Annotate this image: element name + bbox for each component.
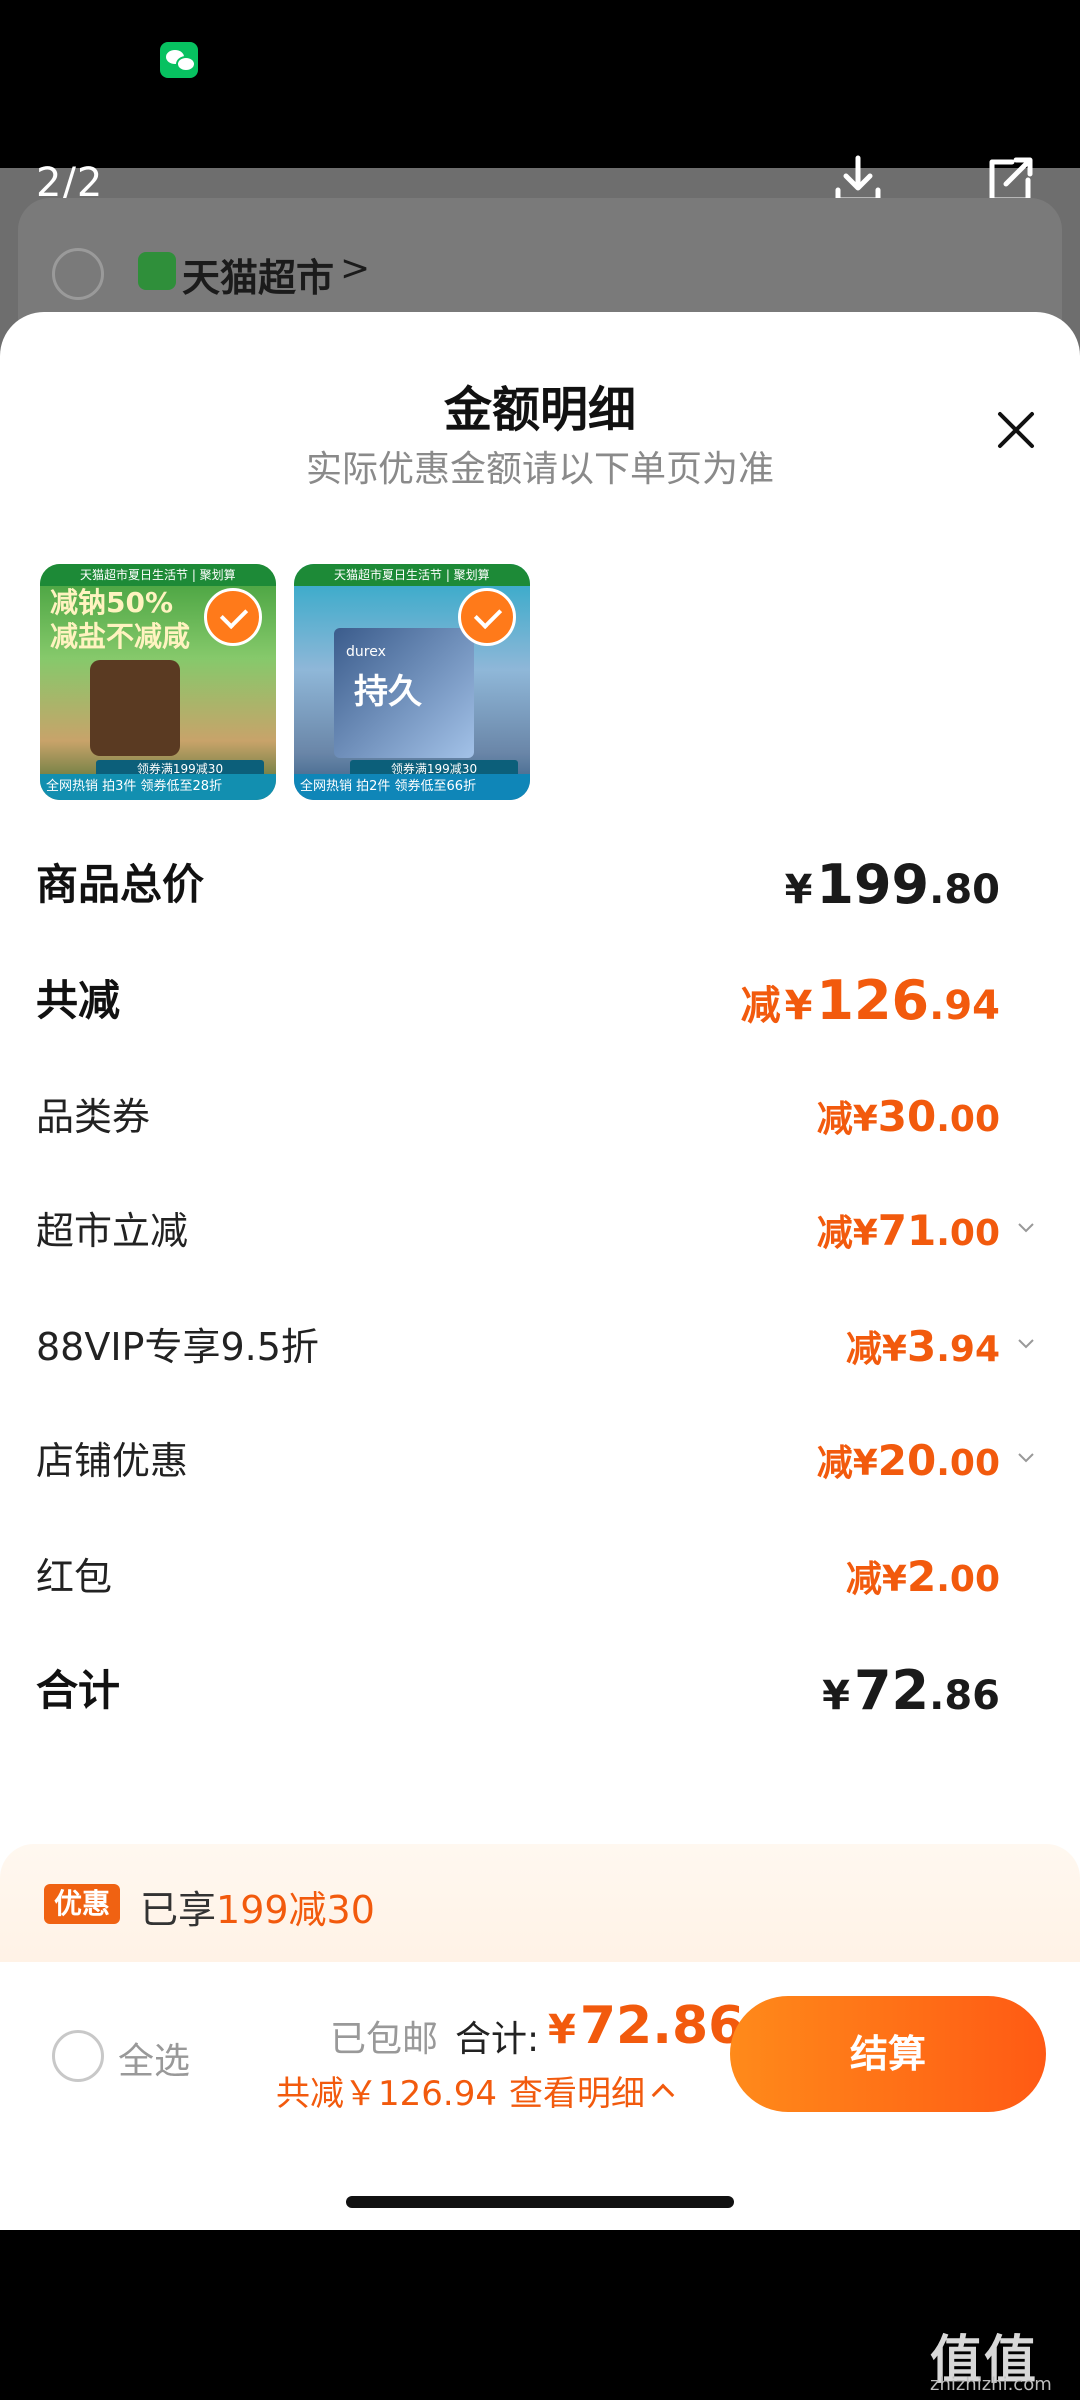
tmall-supermarket-icon bbox=[138, 252, 176, 290]
select-all-label[interactable]: 全选 bbox=[118, 2032, 190, 2084]
line-label: 红包 bbox=[36, 1555, 113, 1599]
line-amount: 减¥20.00 bbox=[816, 1436, 1000, 1485]
chevron-down-icon[interactable] bbox=[1016, 1218, 1036, 1238]
product-box-title: 持久 bbox=[354, 672, 422, 712]
sheet-title: 金额明细 bbox=[443, 382, 636, 438]
line-amount: 减¥71.00 bbox=[816, 1206, 1000, 1255]
status-bar bbox=[0, 0, 1080, 168]
sheet-subtitle: 实际优惠金额请以下单页为准 bbox=[305, 449, 774, 490]
line-amount: 减¥3.94 bbox=[845, 1322, 1000, 1371]
chevron-down-icon[interactable] bbox=[1016, 1448, 1036, 1468]
line-label: 88VIP专享9.5折 bbox=[36, 1325, 319, 1369]
line-label: 品类券 bbox=[36, 1095, 151, 1139]
line-amount: 减¥30.00 bbox=[816, 1092, 1000, 1141]
view-detail-label: 查看明细 bbox=[508, 2074, 645, 2114]
line-label: 店铺优惠 bbox=[36, 1439, 189, 1483]
home-indicator bbox=[346, 2196, 734, 2208]
saved-amount: 共减￥126.94 bbox=[276, 2074, 497, 2114]
product-jar-image bbox=[90, 660, 180, 756]
chevron-down-icon[interactable] bbox=[1016, 1334, 1036, 1354]
line-label: 合计 bbox=[36, 1666, 121, 1715]
line-label: 共减 bbox=[36, 976, 121, 1025]
price-line-subtotal: 商品总价 ¥199.80 bbox=[36, 850, 1036, 920]
close-icon[interactable] bbox=[990, 404, 1042, 456]
chevron-up-icon bbox=[651, 2083, 675, 2107]
product-footer: 全网热销 拍3件 领券低至28折 bbox=[40, 774, 276, 800]
product-banner: 天猫超市夏日生活节 | 聚划算 bbox=[294, 564, 530, 586]
line-amount: ¥199.80 bbox=[784, 853, 1000, 916]
wechat-icon bbox=[160, 42, 198, 78]
price-line-red-packet: 红包 减¥2.00 bbox=[36, 1542, 1036, 1612]
product-thumbnail-1[interactable]: 天猫超市夏日生活节 | 聚划算 减钠50% 减盐不减咸 领券满199减30 全网… bbox=[40, 564, 276, 800]
bottom-black-area bbox=[0, 2230, 1080, 2400]
discount-text: 已享199减30 bbox=[140, 1888, 375, 1932]
free-shipping-label: 已包邮 bbox=[330, 2019, 439, 2060]
selected-check-icon[interactable] bbox=[204, 588, 262, 646]
shop-select-radio bbox=[52, 248, 104, 300]
price-line-supermarket-discount[interactable]: 超市立减 减¥71.00 bbox=[36, 1196, 1036, 1266]
line-amount: ¥72.86 bbox=[822, 1659, 1000, 1722]
product-footer: 全网热销 拍2件 领券低至66折 bbox=[294, 774, 530, 800]
line-amount: 减 ¥126.94 bbox=[740, 969, 1000, 1032]
price-line-grand-total: 合计 ¥72.86 bbox=[36, 1656, 1036, 1726]
product-banner: 天猫超市夏日生活节 | 聚划算 bbox=[40, 564, 276, 586]
price-line-store-discount[interactable]: 店铺优惠 减¥20.00 bbox=[36, 1426, 1036, 1496]
price-line-total-discount: 共减 减 ¥126.94 bbox=[36, 966, 1036, 1036]
price-line-88vip-discount[interactable]: 88VIP专享9.5折 减¥3.94 bbox=[36, 1312, 1036, 1382]
product-brand: durex bbox=[346, 644, 386, 660]
product-thumbnail-2[interactable]: 天猫超市夏日生活节 | 聚划算 durex 持久 领券满199减30 全网热销 … bbox=[294, 564, 530, 800]
price-line-category-coupon: 品类券 减¥30.00 bbox=[36, 1082, 1036, 1152]
total-label: 合计: bbox=[455, 2019, 540, 2060]
view-detail-link[interactable]: 共减￥126.94 查看明细 bbox=[276, 2066, 675, 2115]
product-headline: 减钠50% 减盐不减咸 bbox=[50, 586, 191, 653]
shop-name: 天猫超市 bbox=[182, 256, 335, 300]
line-label: 超市立减 bbox=[36, 1209, 189, 1253]
checkout-button[interactable]: 结算 bbox=[730, 1996, 1046, 2112]
line-amount: 减¥2.00 bbox=[845, 1552, 1000, 1601]
total-amount: ¥72.86 bbox=[548, 1996, 745, 2056]
line-label: 商品总价 bbox=[36, 860, 205, 909]
watermark-url: zhizhizhi.com bbox=[930, 2374, 1052, 2395]
select-all-checkbox[interactable] bbox=[52, 2030, 104, 2082]
shop-chevron-right-icon: > bbox=[340, 248, 371, 289]
discount-tag: 优惠 bbox=[44, 1884, 120, 1924]
selected-check-icon[interactable] bbox=[458, 588, 516, 646]
